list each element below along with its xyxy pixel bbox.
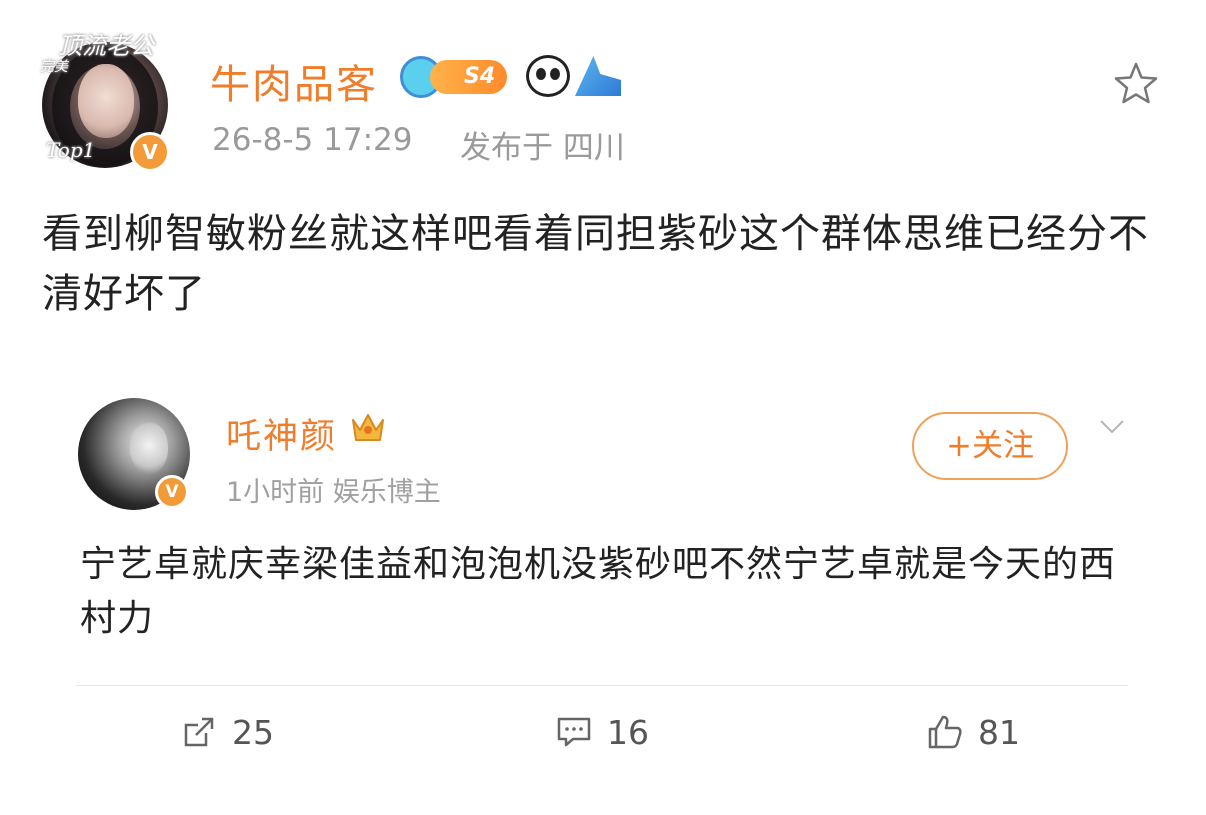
level-badge[interactable]: S4 <box>430 60 508 94</box>
shark-icon[interactable] <box>575 56 621 96</box>
repost-icon <box>184 717 214 747</box>
repost-count: 25 <box>232 712 274 752</box>
star-icon[interactable] <box>1112 60 1160 108</box>
comment-icon <box>557 717 591 747</box>
avatar-deco-bottom: Top1 <box>46 138 96 162</box>
repost-action[interactable]: 25 <box>180 710 274 754</box>
verified-badge: V <box>130 132 170 172</box>
post-timestamp: 26-8-5 17:29 <box>212 122 413 158</box>
avatar-deco-left: 完美 <box>40 59 68 75</box>
follow-button[interactable]: +关注 <box>912 412 1068 480</box>
crown-icon <box>352 414 384 441</box>
author-name[interactable]: 牛肉品客 <box>210 52 378 110</box>
repost-verified-badge: V <box>155 475 189 509</box>
comment-action[interactable]: 16 <box>555 710 649 754</box>
repost-meta: 1小时前 娱乐博主 <box>226 477 441 508</box>
comment-count: 16 <box>607 712 649 752</box>
like-action[interactable]: 81 <box>926 710 1020 754</box>
panda-icon[interactable] <box>526 55 570 97</box>
chevron-down-icon[interactable] <box>1098 412 1126 440</box>
post-body: 看到柳智敏粉丝就这样吧看着同担紫砂这个群体思维已经分不清好坏了 <box>42 211 1149 317</box>
avatar-face <box>130 422 168 474</box>
post-location: 发布于 四川 <box>460 130 625 166</box>
avatar-deco-top: 顶流老公 <box>58 32 154 60</box>
divider <box>76 685 1128 686</box>
repost-body: 宁艺卓就庆幸梁佳益和泡泡机没紫砂吧不然宁艺卓就是今天的西村力 <box>80 544 1117 639</box>
repost-author-name[interactable]: 吒神颜 <box>226 408 337 459</box>
like-icon <box>928 715 962 749</box>
like-count: 81 <box>978 712 1020 752</box>
avatar-face <box>78 64 134 138</box>
